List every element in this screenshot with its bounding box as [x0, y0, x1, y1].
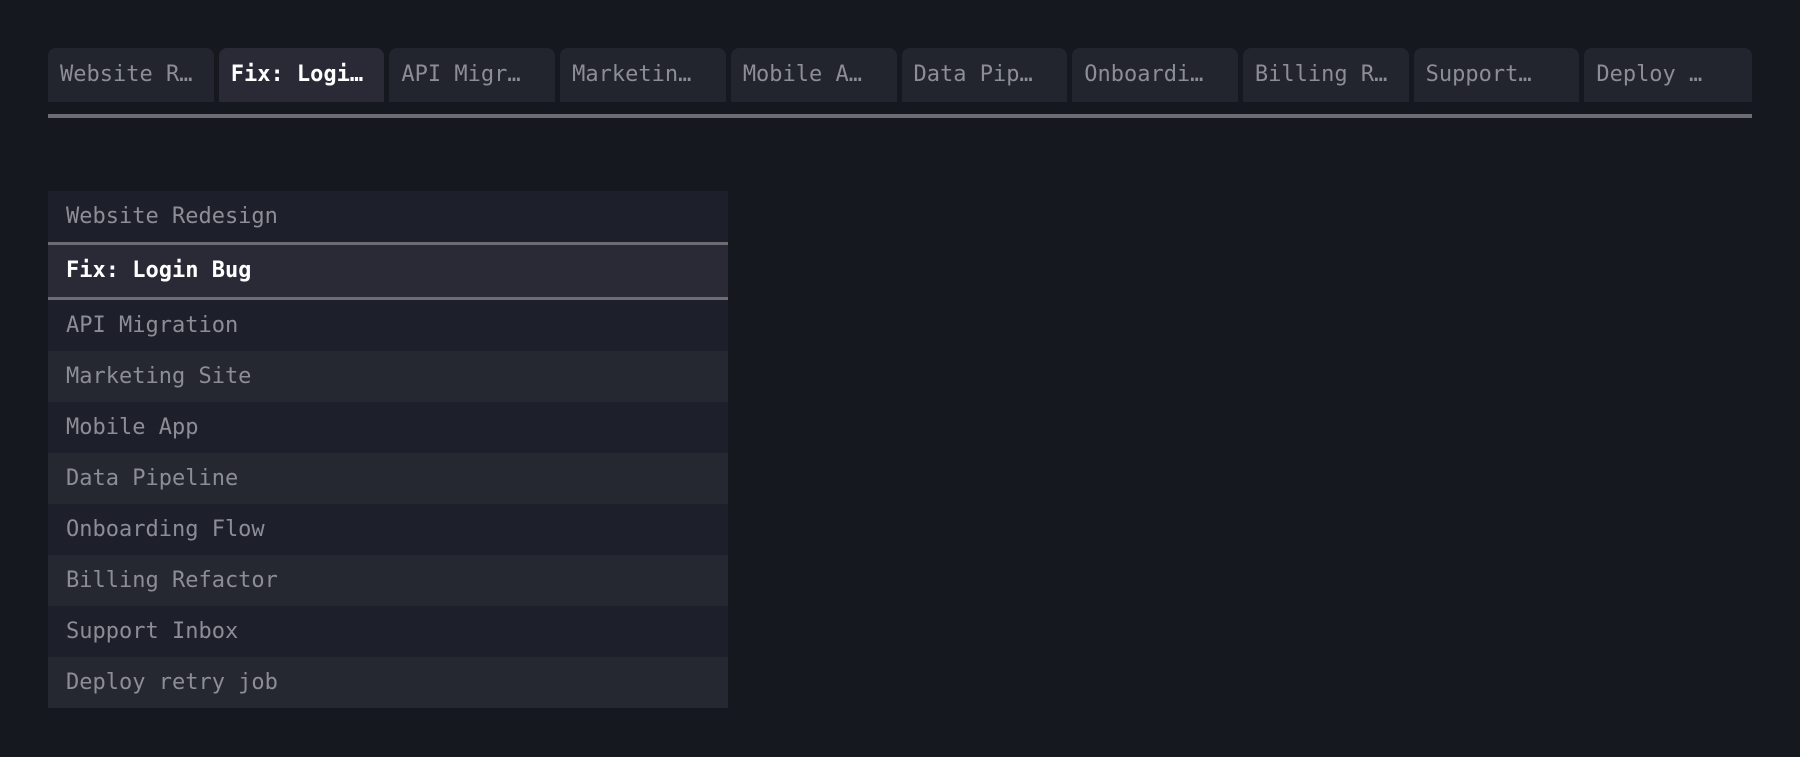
- list-item-website-redesign[interactable]: Website Redesign: [48, 191, 728, 242]
- list-item-support-inbox[interactable]: Support Inbox: [48, 606, 728, 657]
- tab-marketing-site[interactable]: Marketin…: [560, 48, 726, 102]
- list-item-api-migration[interactable]: API Migration: [48, 300, 728, 351]
- tab-bar-divider: [48, 114, 1752, 118]
- tab-website-redesign[interactable]: Website R…: [48, 48, 214, 102]
- tab-onboarding-flow[interactable]: Onboardi…: [1072, 48, 1238, 102]
- list-item-onboarding-flow[interactable]: Onboarding Flow: [48, 504, 728, 555]
- tab-support-inbox[interactable]: Support…: [1413, 48, 1580, 102]
- list-item-mobile-app[interactable]: Mobile App: [48, 402, 728, 453]
- tab-billing-refactor[interactable]: Billing R…: [1242, 48, 1409, 102]
- list-item-fix-login-bug[interactable]: Fix: Login Bug: [48, 242, 728, 300]
- tab-mobile-app[interactable]: Mobile A…: [730, 48, 897, 102]
- tab-deploy-retry-job[interactable]: Deploy …: [1584, 48, 1753, 102]
- tab-bar: Website R… Fix: Logi… API Migr… Marketin…: [48, 48, 1753, 102]
- tab-data-pipeline[interactable]: Data Pip…: [901, 48, 1068, 102]
- list-item-marketing-site[interactable]: Marketing Site: [48, 351, 728, 402]
- tab-fix-login-bug[interactable]: Fix: Logi…: [218, 48, 385, 102]
- list-item-deploy-retry-job[interactable]: Deploy retry job: [48, 657, 728, 708]
- list-item-data-pipeline[interactable]: Data Pipeline: [48, 453, 728, 504]
- project-list: Website Redesign Fix: Login Bug API Migr…: [48, 191, 728, 708]
- list-item-billing-refactor[interactable]: Billing Refactor: [48, 555, 728, 606]
- tab-api-migration[interactable]: API Migr…: [389, 48, 556, 102]
